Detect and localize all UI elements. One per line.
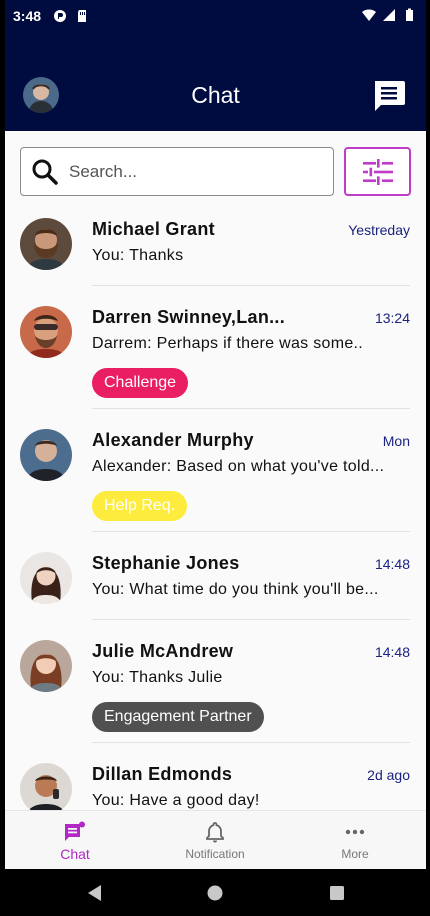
divider bbox=[92, 285, 410, 286]
status-time: 3:48 bbox=[13, 8, 42, 24]
bottom-navigation: Chat Notification More bbox=[5, 810, 426, 869]
chat-item-stephanie-jones[interactable]: Stephanie Jones 14:48 You: What time do … bbox=[5, 544, 426, 620]
page-title: Chat bbox=[191, 82, 240, 108]
avatar bbox=[20, 640, 72, 692]
app-bar: Chat bbox=[5, 30, 426, 131]
chat-name: Stephanie Jones bbox=[92, 553, 240, 573]
device-frame: 3:48 Chat Search... Michael Grant Yestre… bbox=[0, 0, 430, 916]
filter-button[interactable] bbox=[344, 147, 411, 196]
app-notification-icon bbox=[54, 10, 66, 22]
chat-item-dillan-edmonds[interactable]: Dillan Edmonds 2d ago You: Have a good d… bbox=[5, 755, 426, 810]
search-box bbox=[20, 147, 334, 196]
wifi-icon bbox=[362, 9, 376, 21]
nav-notification[interactable]: Notification bbox=[145, 811, 285, 870]
avatar bbox=[20, 763, 72, 810]
chat-item-julie-mcandrew[interactable]: Julie McAndrew 14:48 You: Thanks Julie E… bbox=[5, 632, 426, 742]
status-bar: 3:48 bbox=[5, 0, 426, 30]
search-icon bbox=[32, 159, 58, 185]
avatar bbox=[20, 552, 72, 604]
app-screen: 3:48 Chat Search... Michael Grant Yestre… bbox=[5, 0, 426, 916]
sd-card-icon bbox=[78, 10, 86, 22]
new-chat-button[interactable] bbox=[371, 77, 407, 113]
recents-icon[interactable] bbox=[327, 883, 347, 903]
search-input[interactable] bbox=[69, 158, 319, 186]
nav-more[interactable]: More bbox=[285, 811, 425, 870]
chat-preview: You: Thanks Julie bbox=[92, 669, 223, 686]
chat-preview: Darrem: Perhaps if there was some.. bbox=[92, 335, 364, 352]
chat-list: Michael Grant Yestreday You: Thanks Darr… bbox=[5, 210, 426, 810]
divider bbox=[92, 742, 410, 743]
tag-engagement-partner[interactable]: Engagement Partner bbox=[92, 702, 264, 732]
nav-more-label: More bbox=[341, 847, 369, 861]
chat-name: Darren Swinney,Lan... bbox=[92, 307, 286, 327]
filter-sliders-icon bbox=[363, 159, 393, 185]
nav-notification-label: Notification bbox=[185, 847, 245, 861]
avatar bbox=[20, 306, 72, 358]
chat-time: 2d ago bbox=[367, 767, 410, 783]
system-navigation-bar bbox=[5, 869, 426, 916]
bell-icon bbox=[206, 822, 224, 843]
chat-name: Julie McAndrew bbox=[92, 641, 234, 661]
divider bbox=[92, 408, 410, 409]
chat-name: Alexander Murphy bbox=[92, 430, 254, 450]
chat-preview: Alexander: Based on what you've told... bbox=[92, 458, 385, 475]
tag-challenge[interactable]: Challenge bbox=[92, 368, 189, 398]
chat-time: Yestreday bbox=[348, 222, 410, 238]
signal-icon bbox=[383, 9, 395, 21]
chat-item-alexander-murphy[interactable]: Alexander Murphy Mon Alexander: Based on… bbox=[5, 421, 426, 531]
nav-chat-label: Chat bbox=[60, 846, 90, 862]
avatar bbox=[20, 218, 72, 270]
avatar bbox=[20, 429, 72, 481]
back-icon[interactable] bbox=[85, 883, 105, 903]
home-icon[interactable] bbox=[205, 883, 225, 903]
chat-time: 14:48 bbox=[374, 644, 410, 660]
divider bbox=[92, 531, 410, 532]
chat-preview: You: What time do you think you'll be... bbox=[92, 581, 379, 598]
chat-name: Dillan Edmonds bbox=[92, 764, 233, 784]
message-icon bbox=[375, 81, 405, 111]
chat-name: Michael Grant bbox=[92, 219, 215, 239]
chat-item-michael-grant[interactable]: Michael Grant Yestreday You: Thanks bbox=[5, 210, 426, 286]
chat-preview: You: Have a good day! bbox=[92, 792, 260, 809]
battery-icon bbox=[406, 8, 413, 21]
chat-item-darren-swinney[interactable]: Darren Swinney,Lan... 13:24 Darrem: Perh… bbox=[5, 298, 426, 408]
chat-preview: You: Thanks bbox=[92, 247, 184, 264]
chat-time: 14:48 bbox=[374, 556, 410, 572]
divider bbox=[92, 619, 410, 620]
tag-help-request[interactable]: Help Req. bbox=[92, 491, 188, 521]
nav-chat[interactable]: Chat bbox=[5, 811, 145, 870]
chat-icon bbox=[65, 821, 85, 841]
more-icon bbox=[345, 829, 365, 835]
chat-time: Mon bbox=[382, 433, 410, 449]
chat-time: 13:24 bbox=[374, 310, 410, 326]
